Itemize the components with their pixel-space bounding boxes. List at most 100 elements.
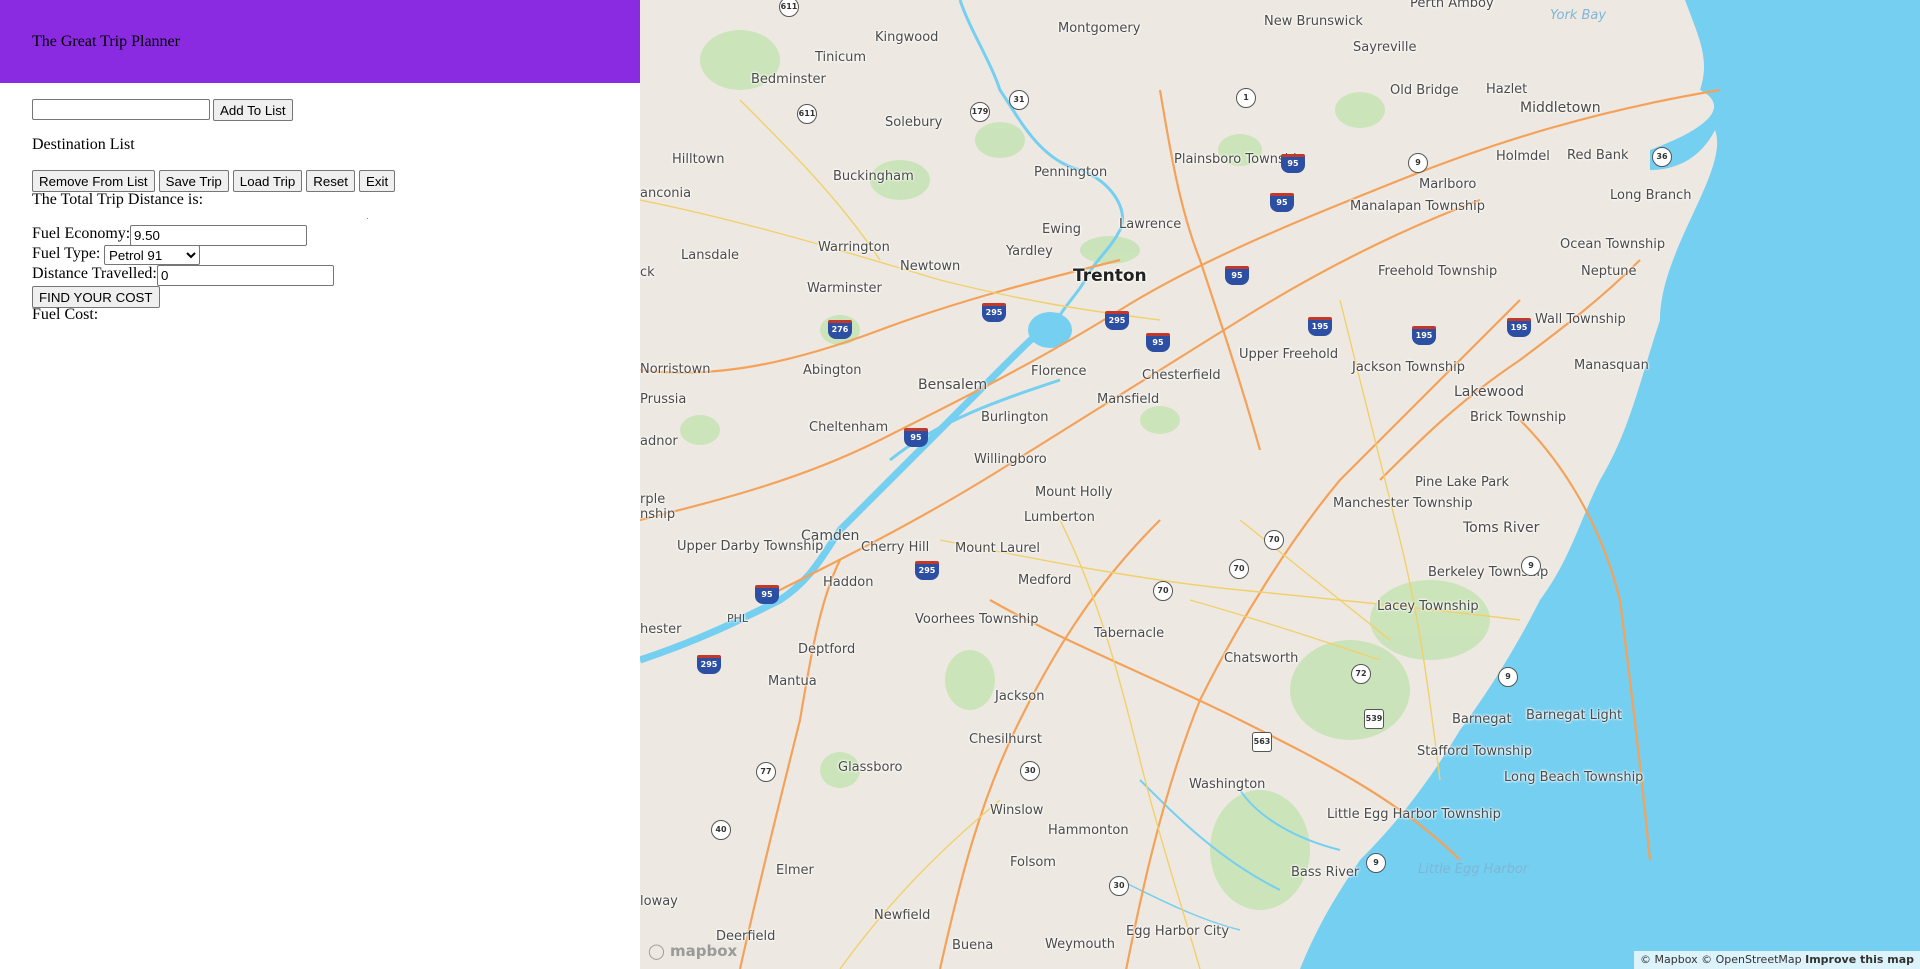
route-shield: 77 bbox=[756, 762, 776, 782]
place-label: Barnegat Light bbox=[1526, 708, 1623, 723]
destination-list-title: Destination List bbox=[32, 136, 135, 153]
place-label: Buena bbox=[952, 938, 994, 953]
find-your-cost-button[interactable]: FIND YOUR COST bbox=[32, 286, 160, 308]
place-label: Jackson Township bbox=[1352, 360, 1466, 375]
place-label: Egg Harbor City bbox=[1126, 924, 1230, 939]
place-label: Toms River bbox=[1463, 520, 1540, 536]
place-label: Long Beach Township bbox=[1504, 770, 1644, 785]
place-label: Perth Amboy bbox=[1410, 0, 1494, 11]
place-label: Little Egg Harbor bbox=[1418, 862, 1529, 877]
distance-travelled-input[interactable] bbox=[157, 265, 334, 286]
route-shield: 30 bbox=[1109, 876, 1129, 896]
place-label: Pine Lake Park bbox=[1415, 475, 1510, 490]
place-label: Holmdel bbox=[1496, 149, 1550, 164]
route-shield: 30 bbox=[1020, 761, 1040, 781]
mapbox-attribution-link[interactable]: © Mapbox bbox=[1640, 953, 1698, 966]
map-canvas bbox=[640, 0, 1920, 969]
place-label: Ewing bbox=[1042, 222, 1081, 237]
place-label: Pennington bbox=[1034, 165, 1108, 180]
place-label: Upper Darby Township bbox=[677, 539, 824, 554]
place-label: Washington bbox=[1189, 777, 1266, 792]
mapbox-logo[interactable]: ◯ mapbox bbox=[648, 942, 737, 960]
place-label: Marlboro bbox=[1419, 177, 1477, 192]
place-label: Chatsworth bbox=[1224, 651, 1299, 666]
add-to-list-button[interactable]: Add To List bbox=[213, 99, 293, 121]
osm-attribution-link[interactable]: © OpenStreetMap bbox=[1701, 953, 1802, 966]
place-label: Willingboro bbox=[974, 452, 1047, 467]
place-label: Prussia bbox=[640, 392, 687, 407]
place-label: Cherry Hill bbox=[861, 540, 930, 555]
fuel-type-label: Fuel Type: bbox=[32, 245, 101, 262]
remove-from-list-button[interactable]: Remove From List bbox=[32, 170, 155, 192]
place-label: Lumberton bbox=[1024, 510, 1095, 525]
place-label: hester bbox=[640, 622, 682, 637]
destination-input[interactable] bbox=[32, 99, 210, 120]
place-label: Old Bridge bbox=[1390, 83, 1459, 98]
interstate-shield: 295 bbox=[697, 655, 721, 674]
place-label: Hazlet bbox=[1486, 82, 1528, 97]
place-label: Ocean Township bbox=[1560, 237, 1666, 252]
place-label: Lawrence bbox=[1119, 217, 1182, 232]
place-label: Jackson bbox=[995, 689, 1045, 704]
interstate-shield: 95 bbox=[755, 585, 779, 604]
place-label: Stafford Township bbox=[1417, 744, 1533, 759]
route-shield: 70 bbox=[1153, 581, 1173, 601]
place-label: Sayreville bbox=[1353, 40, 1417, 55]
place-label: Buckingham bbox=[833, 169, 914, 184]
trip-button-row: Remove From List Save Trip Load Trip Res… bbox=[32, 170, 396, 192]
place-label: Middletown bbox=[1520, 100, 1601, 116]
place-label: Wall Township bbox=[1535, 312, 1626, 327]
place-label: Chesterfield bbox=[1142, 368, 1221, 383]
place-label: Montgomery bbox=[1058, 21, 1141, 36]
reset-button[interactable]: Reset bbox=[306, 170, 355, 192]
place-label: Hammonton bbox=[1048, 823, 1129, 838]
place-label: Bensalem bbox=[918, 377, 988, 393]
distance-travelled-label: Distance Travelled: bbox=[32, 265, 157, 282]
interstate-shield: 295 bbox=[915, 561, 939, 580]
mapbox-logo-text: mapbox bbox=[670, 942, 738, 960]
total-trip-distance-label: The Total Trip Distance is: bbox=[32, 191, 204, 208]
place-label: Tabernacle bbox=[1094, 626, 1165, 641]
place-label: York Bay bbox=[1550, 8, 1607, 23]
interstate-shield: 95 bbox=[904, 428, 928, 447]
app-title: The Great Trip Planner bbox=[32, 33, 180, 50]
route-shield: 36 bbox=[1652, 147, 1672, 167]
place-label: Cheltenham bbox=[809, 420, 889, 435]
place-label: Weymouth bbox=[1045, 937, 1115, 952]
map-view[interactable]: Kingwood Montgomery New Brunswick Perth … bbox=[640, 0, 1920, 969]
load-trip-button[interactable]: Load Trip bbox=[232, 170, 303, 192]
place-label: Mantua bbox=[768, 674, 817, 689]
fuel-economy-input[interactable] bbox=[130, 225, 307, 246]
place-label: Chesilhurst bbox=[969, 732, 1043, 747]
place-label: Newfield bbox=[874, 908, 931, 923]
fuel-type-select[interactable]: Petrol 91 bbox=[104, 245, 200, 265]
place-label: Manalapan Township bbox=[1350, 199, 1485, 214]
route-shield: 9 bbox=[1498, 667, 1518, 687]
route-shield: 179 bbox=[970, 102, 990, 122]
route-shield: 70 bbox=[1229, 559, 1249, 579]
place-label: Deptford bbox=[798, 642, 856, 657]
place-label: Abington bbox=[803, 363, 862, 378]
route-shield: 9 bbox=[1521, 556, 1541, 576]
place-label: Neptune bbox=[1581, 264, 1637, 279]
place-label: Bass River bbox=[1291, 865, 1360, 880]
place-label: Mount Laurel bbox=[955, 541, 1040, 556]
place-label: ck bbox=[640, 265, 655, 280]
place-label: Elmer bbox=[776, 863, 814, 878]
interstate-shield: 95 bbox=[1270, 193, 1294, 212]
place-label: Lansdale bbox=[681, 248, 740, 263]
place-label: Red Bank bbox=[1567, 148, 1629, 163]
place-label: Voorhees Township bbox=[915, 612, 1039, 627]
place-label: Long Branch bbox=[1610, 188, 1692, 203]
place-label: Hilltown bbox=[672, 152, 725, 167]
save-trip-button[interactable]: Save Trip bbox=[158, 170, 229, 192]
interstate-shield: 295 bbox=[1105, 311, 1129, 330]
route-shield: 539 bbox=[1364, 709, 1384, 729]
place-label: Florence bbox=[1031, 364, 1087, 379]
place-label: Little Egg Harbor Township bbox=[1327, 807, 1501, 822]
place-label: Brick Township bbox=[1470, 410, 1567, 425]
exit-button[interactable]: Exit bbox=[359, 170, 396, 192]
place-label: PHL bbox=[727, 612, 749, 625]
place-label: Solebury bbox=[885, 115, 943, 130]
improve-map-link[interactable]: Improve this map bbox=[1805, 953, 1914, 966]
